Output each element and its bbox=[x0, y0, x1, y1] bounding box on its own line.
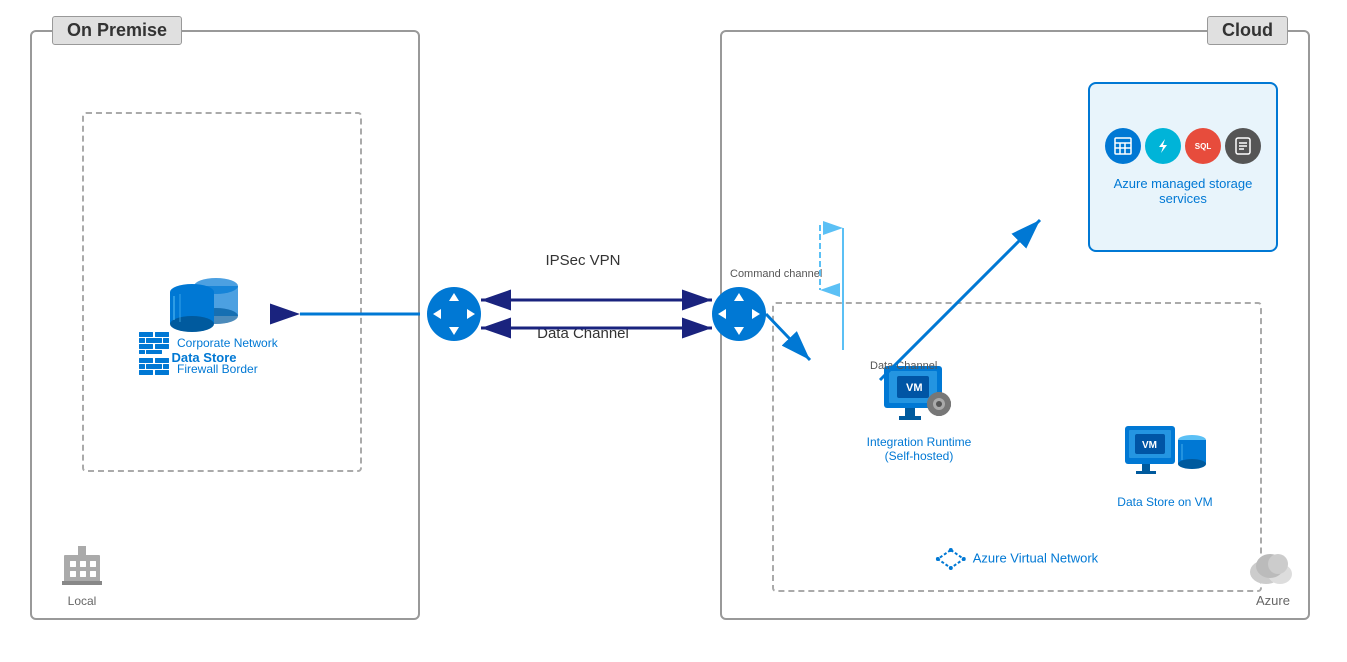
on-premise-label: On Premise bbox=[52, 16, 182, 45]
integration-runtime-label: Integration Runtime(Self-hosted) bbox=[854, 435, 984, 463]
blob-icon bbox=[1225, 128, 1261, 164]
command-channel-label: Command channel bbox=[730, 268, 822, 280]
integration-runtime-box: VM Integration Runtime(Self-hosted) bbox=[854, 364, 984, 463]
vpn-node-right bbox=[712, 287, 766, 346]
firewall-border-row: Firewall Border bbox=[139, 358, 278, 380]
svg-text:VM: VM bbox=[906, 382, 923, 394]
data-store-vm-label: Data Store on VM bbox=[1100, 495, 1230, 509]
data-channel-main-label: Data Channel bbox=[463, 325, 703, 342]
cloud-label: Cloud bbox=[1207, 16, 1288, 45]
function-icon bbox=[1145, 128, 1181, 164]
storage-icons-row: SQL bbox=[1105, 128, 1261, 164]
azure-storage-box: SQL Azure managed storage services bbox=[1088, 82, 1278, 252]
sql-icon: SQL bbox=[1185, 128, 1221, 164]
cloud-box: Cloud Data Factory bbox=[720, 30, 1310, 620]
local-building: Local bbox=[62, 541, 102, 608]
corporate-network-label: Corporate Network bbox=[177, 336, 278, 350]
local-label: Local bbox=[62, 594, 102, 608]
on-premise-box: On Premise Data S bbox=[30, 30, 420, 620]
svg-text:VM: VM bbox=[1142, 440, 1157, 451]
corporate-network-row: Corporate Network bbox=[139, 332, 278, 354]
azure-logo: Azure bbox=[1248, 548, 1298, 608]
azure-vnet-box: VM Integration Runtime(Self-hosted) bbox=[772, 302, 1262, 592]
firewall-area: Corporate Network Firewall Border bbox=[139, 332, 278, 380]
table-storage-icon bbox=[1105, 128, 1141, 164]
azure-vnet-label: Azure Virtual Network bbox=[936, 548, 1098, 570]
firewall-border-label: Firewall Border bbox=[177, 362, 258, 376]
ipsec-label: IPSec VPN bbox=[463, 252, 703, 269]
diagram-container: On Premise Data S bbox=[0, 0, 1347, 662]
azure-label: Azure bbox=[1248, 593, 1298, 608]
on-premise-inner-box: Data Store bbox=[82, 112, 362, 472]
data-channel-cloud-label: Data Channel bbox=[870, 360, 937, 372]
azure-storage-label: Azure managed storage services bbox=[1100, 176, 1266, 206]
data-store-vm-box: VM Data Store on VM bbox=[1100, 424, 1230, 509]
